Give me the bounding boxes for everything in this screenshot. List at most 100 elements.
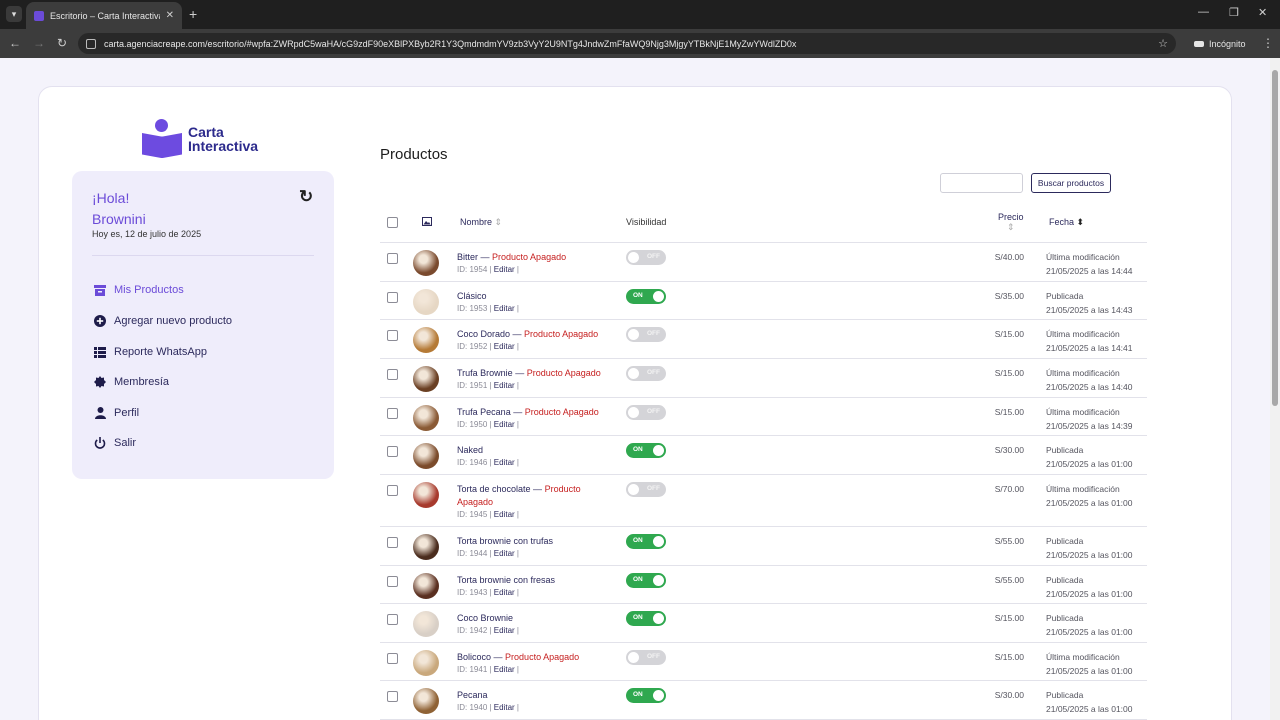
product-thumbnail[interactable] — [413, 405, 439, 431]
product-name-link[interactable]: Torta de chocolate — [457, 484, 531, 494]
visibility-toggle[interactable]: OFF — [626, 650, 666, 665]
product-thumbnail[interactable] — [413, 650, 439, 676]
product-name-cell: Trufa Brownie — Producto Apagado — [457, 368, 601, 378]
row-checkbox[interactable] — [387, 691, 398, 702]
product-thumbnail[interactable] — [413, 443, 439, 469]
page-scrollbar[interactable] — [1270, 58, 1280, 720]
product-name-link[interactable]: Naked — [457, 445, 483, 455]
row-checkbox[interactable] — [387, 330, 398, 341]
edit-link[interactable]: Editar — [494, 342, 515, 351]
product-id-actions: ID: 1942 | Editar | — [457, 626, 520, 635]
visibility-toggle[interactable]: ON — [626, 573, 666, 588]
sidebar-item-reporte-whatsapp[interactable]: Reporte WhatsApp — [94, 346, 207, 358]
edit-link[interactable]: Editar — [494, 549, 515, 558]
reload-icon[interactable]: ↻ — [57, 36, 67, 50]
product-thumbnail[interactable] — [413, 611, 439, 637]
table-row: Torta de chocolate — Producto Apagado ID:… — [380, 475, 1147, 527]
close-tab-icon[interactable]: ✕ — [166, 10, 174, 21]
visibility-toggle[interactable]: OFF — [626, 366, 666, 381]
maximize-icon[interactable]: ❐ — [1229, 6, 1239, 19]
incognito-indicator[interactable]: Incógnito — [1188, 34, 1252, 53]
column-date[interactable]: Fecha ⬍ — [1049, 217, 1084, 228]
tab-search-icon[interactable]: ▾ — [6, 6, 22, 22]
visibility-toggle[interactable]: ON — [626, 688, 666, 703]
visibility-toggle[interactable]: ON — [626, 611, 666, 626]
visibility-toggle[interactable]: ON — [626, 443, 666, 458]
visibility-toggle[interactable]: OFF — [626, 405, 666, 420]
product-thumbnail[interactable] — [413, 289, 439, 315]
edit-link[interactable]: Editar — [494, 304, 515, 313]
visibility-toggle[interactable]: OFF — [626, 327, 666, 342]
product-thumbnail[interactable] — [413, 327, 439, 353]
select-all-checkbox[interactable] — [387, 217, 398, 228]
browser-tab[interactable]: Escritorio – Carta Interactiva ✕ — [26, 2, 182, 29]
product-name-link[interactable]: Coco Brownie — [457, 613, 513, 623]
product-id: 1953 — [469, 304, 488, 313]
scrollbar-thumb[interactable] — [1272, 70, 1278, 406]
site-info-icon[interactable] — [86, 38, 96, 49]
product-thumbnail[interactable] — [413, 482, 439, 508]
product-thumbnail[interactable] — [413, 688, 439, 714]
row-checkbox[interactable] — [387, 576, 398, 587]
product-thumbnail[interactable] — [413, 534, 439, 560]
edit-link[interactable]: Editar — [494, 420, 515, 429]
visibility-toggle[interactable]: ON — [626, 534, 666, 549]
visibility-toggle[interactable]: OFF — [626, 482, 666, 497]
product-name-link[interactable]: Trufa Brownie — [457, 368, 513, 378]
product-timestamp: 21/05/2025 a las 01:00 — [1046, 588, 1133, 599]
product-id-actions: ID: 1952 | Editar | — [457, 342, 520, 351]
edit-link[interactable]: Editar — [494, 510, 515, 519]
edit-link[interactable]: Editar — [494, 458, 515, 467]
sidebar-item-perfil[interactable]: Perfil — [94, 407, 139, 419]
product-name-link[interactable]: Pecana — [457, 690, 488, 700]
row-checkbox[interactable] — [387, 292, 398, 303]
new-tab-icon[interactable]: + — [189, 6, 197, 22]
sidebar-item-salir[interactable]: Salir — [94, 437, 136, 449]
row-checkbox[interactable] — [387, 614, 398, 625]
toggle-label: OFF — [647, 369, 660, 376]
edit-link[interactable]: Editar — [494, 381, 515, 390]
close-window-icon[interactable]: ✕ — [1258, 6, 1267, 19]
sidebar-item-membresia[interactable]: Membresía — [94, 376, 169, 388]
search-products-button[interactable]: Buscar productos — [1031, 173, 1111, 193]
row-checkbox[interactable] — [387, 485, 398, 496]
row-checkbox[interactable] — [387, 369, 398, 380]
product-name-link[interactable]: Bitter — [457, 252, 478, 262]
product-name-link[interactable]: Torta brownie con fresas — [457, 575, 555, 585]
edit-link[interactable]: Editar — [494, 588, 515, 597]
row-checkbox[interactable] — [387, 653, 398, 664]
product-name-link[interactable]: Torta brownie con trufas — [457, 536, 553, 546]
back-icon[interactable]: ← — [9, 36, 21, 50]
forward-icon[interactable]: → — [33, 36, 45, 50]
refresh-icon[interactable]: ↻ — [299, 187, 313, 207]
product-name-link[interactable]: Coco Dorado — [457, 329, 510, 339]
url-field[interactable]: carta.agenciacreape.com/escritorio/#wpfa… — [78, 33, 1176, 54]
search-input[interactable] — [940, 173, 1023, 193]
sidebar-item-agregar-producto[interactable]: Agregar nuevo producto — [94, 315, 232, 327]
product-thumbnail[interactable] — [413, 250, 439, 276]
visibility-toggle[interactable]: ON — [626, 289, 666, 304]
column-price[interactable]: Precio ⇕ — [998, 212, 1024, 233]
sidebar-item-mis-productos[interactable]: Mis Productos — [94, 284, 184, 296]
product-thumbnail[interactable] — [413, 366, 439, 392]
minimize-icon[interactable]: — — [1198, 6, 1209, 18]
row-checkbox[interactable] — [387, 446, 398, 457]
row-checkbox[interactable] — [387, 253, 398, 264]
sort-desc-icon: ⬍ — [1076, 217, 1085, 227]
edit-link[interactable]: Editar — [494, 703, 515, 712]
bookmark-star-icon[interactable]: ☆ — [1158, 37, 1168, 50]
product-name-link[interactable]: Bolicoco — [457, 652, 491, 662]
edit-link[interactable]: Editar — [494, 665, 515, 674]
visibility-toggle[interactable]: OFF — [626, 250, 666, 265]
edit-link[interactable]: Editar — [494, 626, 515, 635]
column-name[interactable]: Nombre ⇕ — [460, 217, 502, 228]
logo[interactable]: Carta Interactiva — [142, 119, 258, 159]
product-name-link[interactable]: Clásico — [457, 291, 487, 301]
product-name-link[interactable]: Trufa Pecana — [457, 407, 511, 417]
product-thumbnail[interactable] — [413, 573, 439, 599]
browser-menu-icon[interactable]: ⋮ — [1262, 36, 1274, 50]
sidebar: ¡Hola! Brownini Hoy es, 12 de julio de 2… — [72, 171, 334, 479]
edit-link[interactable]: Editar — [494, 265, 515, 274]
row-checkbox[interactable] — [387, 537, 398, 548]
row-checkbox[interactable] — [387, 408, 398, 419]
